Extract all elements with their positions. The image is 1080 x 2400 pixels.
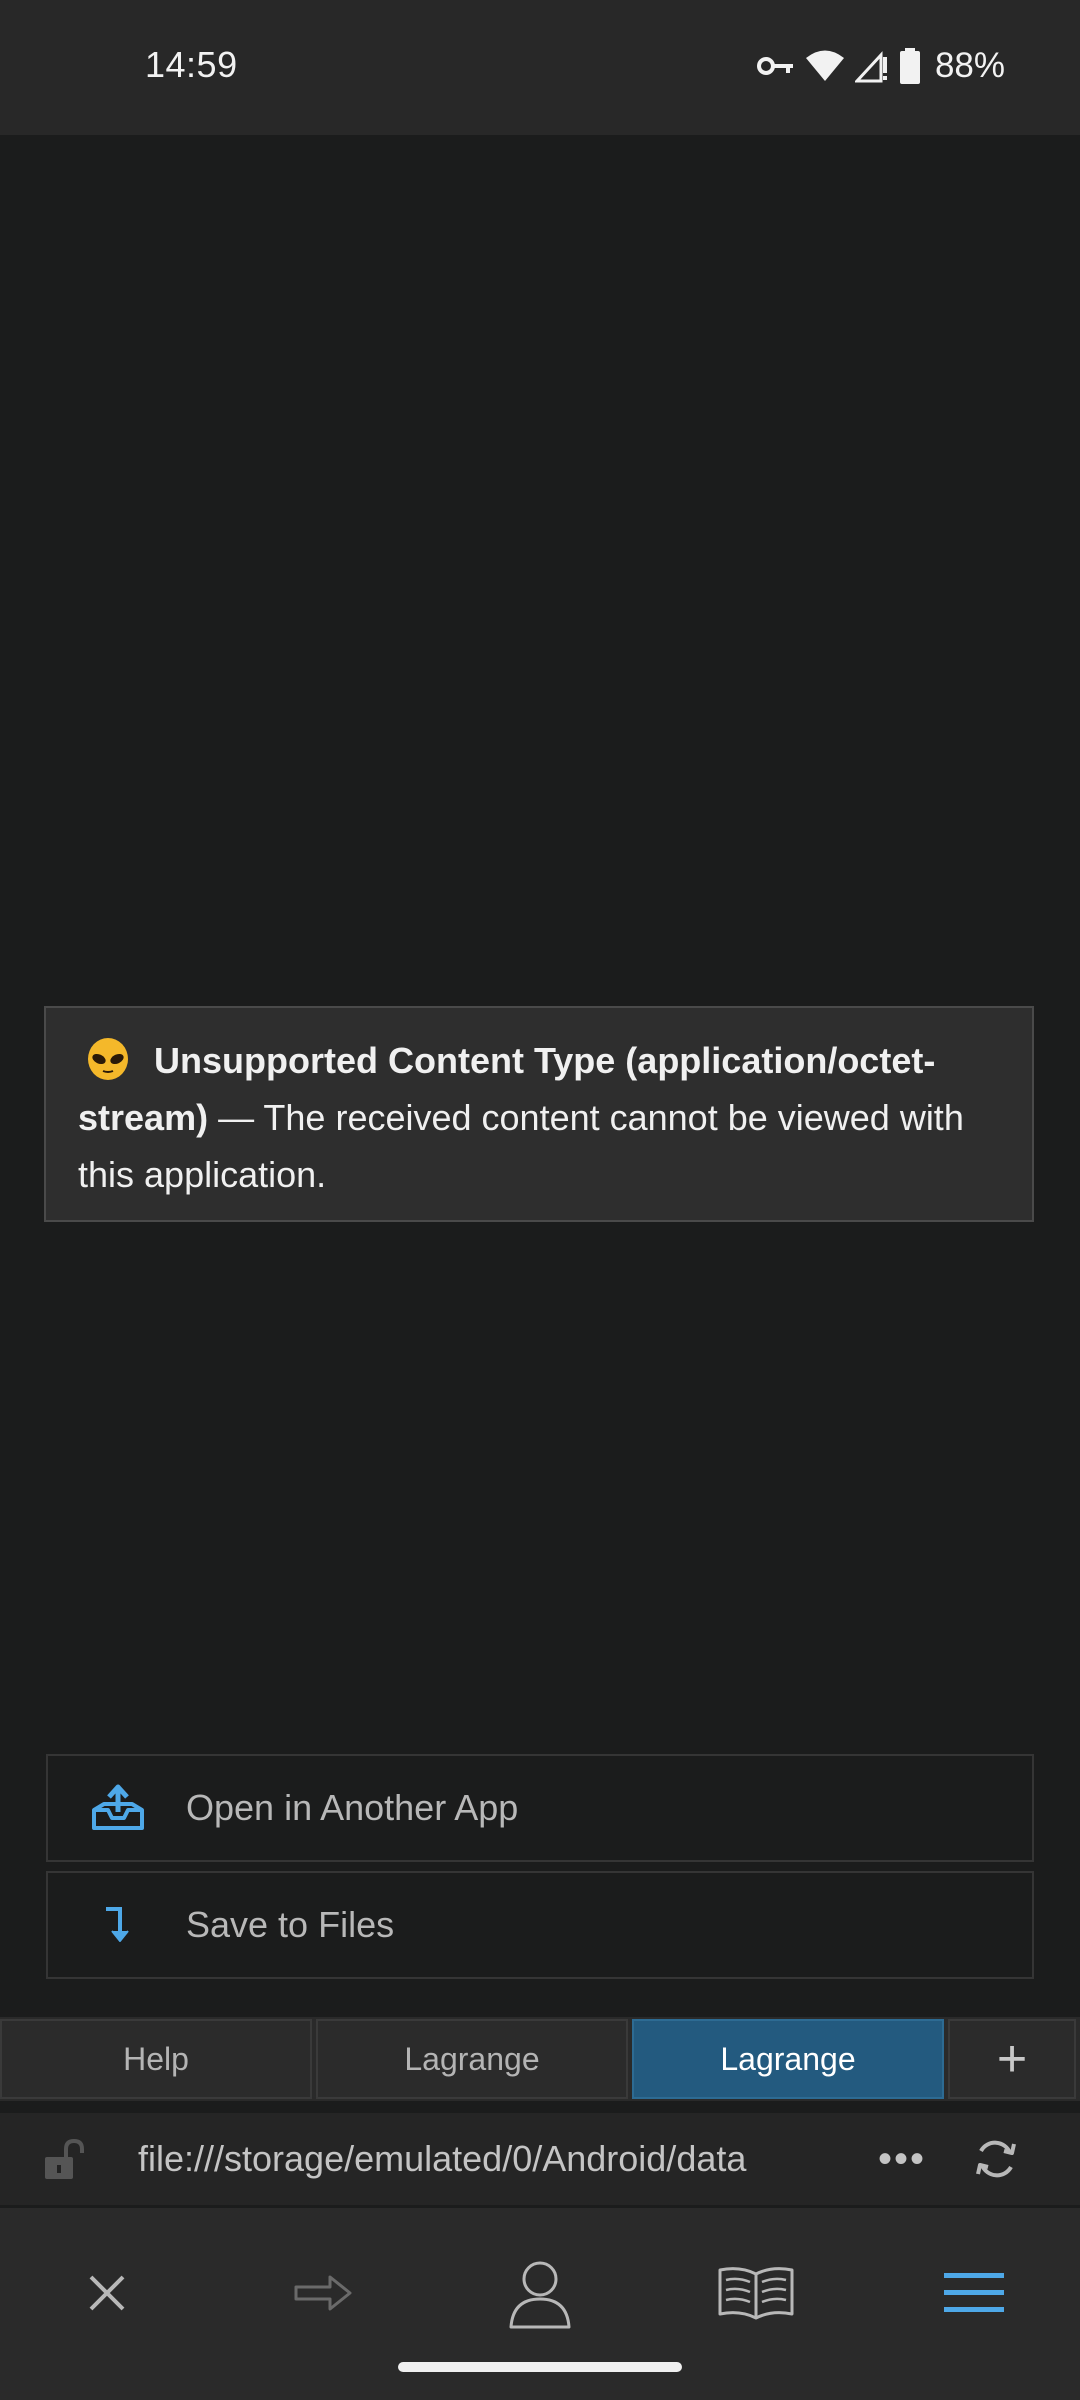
person-icon bbox=[509, 2261, 571, 2329]
open-book-icon bbox=[718, 2267, 794, 2320]
url-input[interactable]: file:///storage/emulated/0/Android/data bbox=[138, 2138, 858, 2180]
tab-lagrange[interactable]: Lagrange bbox=[316, 2019, 628, 2099]
plus-icon: + bbox=[996, 2030, 1028, 2088]
signal-icon bbox=[854, 51, 887, 83]
hamburger-menu-icon bbox=[944, 2273, 1004, 2312]
unlocked-padlock-icon[interactable] bbox=[42, 2137, 86, 2181]
close-button[interactable] bbox=[57, 2248, 157, 2338]
status-bar: 14:59 88% bbox=[0, 0, 1080, 135]
status-time: 14:59 bbox=[145, 44, 238, 85]
tab-label: Lagrange bbox=[720, 2040, 856, 2077]
open-in-another-app-button[interactable]: Open in Another App bbox=[46, 1754, 1034, 1862]
battery-percent: 88% bbox=[934, 46, 1005, 85]
error-message: — The received content cannot be viewed … bbox=[78, 1097, 964, 1195]
tab-label: Help bbox=[123, 2040, 189, 2077]
menu-button[interactable] bbox=[924, 2248, 1024, 2338]
tab-lagrange-active[interactable]: Lagrange bbox=[632, 2019, 944, 2099]
status-icons: 88% bbox=[756, 46, 1005, 86]
close-icon bbox=[89, 2275, 125, 2311]
tab-help[interactable]: Help bbox=[0, 2019, 312, 2099]
wifi-icon bbox=[805, 50, 844, 81]
reload-icon[interactable] bbox=[972, 2135, 1020, 2183]
open-in-another-app-label: Open in Another App bbox=[186, 1787, 519, 1828]
tab-label: Lagrange bbox=[404, 2040, 540, 2077]
forward-button[interactable] bbox=[274, 2248, 374, 2338]
more-options-icon[interactable]: ••• bbox=[878, 2137, 926, 2182]
save-to-files-button[interactable]: Save to Files bbox=[46, 1871, 1034, 1979]
error-message-box: Unsupported Content Type (application/oc… bbox=[44, 1006, 1034, 1222]
bookmarks-button[interactable] bbox=[706, 2248, 806, 2338]
download-arrow-icon bbox=[90, 1897, 146, 1953]
home-gesture-bar[interactable] bbox=[398, 2362, 682, 2372]
vpn-key-icon bbox=[756, 57, 793, 75]
new-tab-button[interactable]: + bbox=[948, 2019, 1076, 2099]
forward-arrow-icon bbox=[294, 2275, 352, 2311]
save-to-files-label: Save to Files bbox=[186, 1904, 395, 1945]
identity-button[interactable] bbox=[490, 2248, 590, 2338]
tab-bar: Help Lagrange Lagrange + bbox=[0, 2017, 1080, 2101]
alien-face-icon bbox=[88, 1038, 128, 1080]
url-bar: file:///storage/emulated/0/Android/data … bbox=[0, 2113, 1080, 2205]
share-tray-icon bbox=[90, 1780, 146, 1836]
battery-icon bbox=[899, 48, 920, 84]
